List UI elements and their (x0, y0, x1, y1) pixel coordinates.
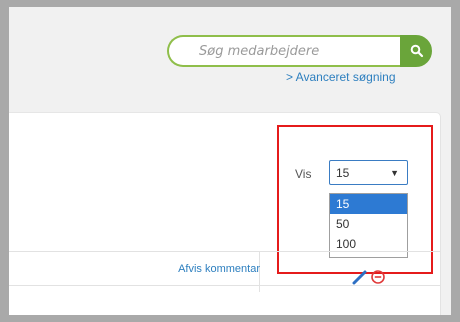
table-divider (9, 251, 440, 252)
search-bar (167, 35, 432, 67)
page-content: > Avanceret søgning Vis 15 ▼ 15 50 100 A… (9, 7, 451, 315)
table-divider (9, 285, 440, 286)
search-input[interactable] (167, 35, 400, 67)
remove-icon[interactable] (370, 269, 386, 285)
search-button[interactable] (400, 35, 432, 67)
column-header-reject-comment[interactable]: Afvis kommentar (111, 263, 260, 275)
edit-icon[interactable] (352, 269, 368, 285)
advanced-search-link[interactable]: > Avanceret søgning (286, 70, 451, 84)
search-icon (410, 44, 424, 58)
